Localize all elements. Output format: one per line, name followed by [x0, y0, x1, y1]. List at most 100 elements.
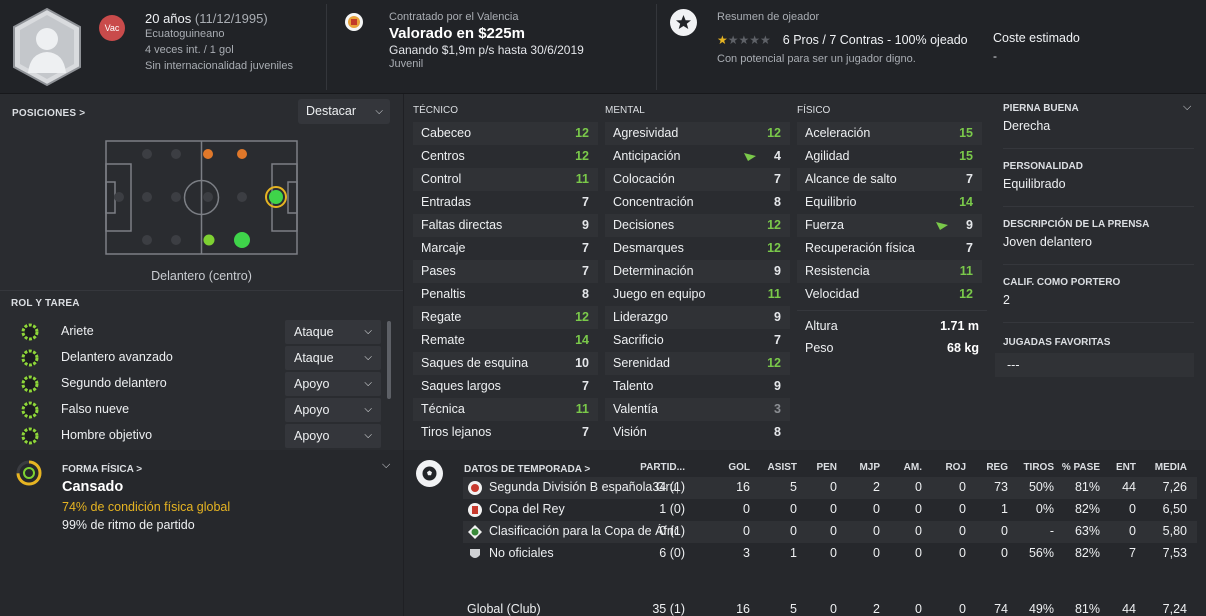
- divider: [0, 290, 403, 291]
- chevron-down-icon: ⌵: [364, 326, 372, 337]
- attribute-row[interactable]: Resistencia 11: [797, 260, 982, 283]
- attribute-row[interactable]: Faltas directas 9: [413, 214, 598, 237]
- season-stat-cell: -: [1049, 524, 1054, 538]
- season-stat-cell: 82%: [1074, 546, 1100, 560]
- attribute-value: 14: [575, 333, 589, 347]
- scout-report[interactable]: Resumen de ojeador ★★★★★ 6 Pros / 7 Cont…: [717, 11, 968, 65]
- role-row[interactable]: Delantero avanzado Ataque ⌵: [14, 346, 388, 370]
- attribute-value: 12: [575, 310, 589, 324]
- role-row[interactable]: Segundo delantero Apoyo ⌵: [14, 372, 388, 396]
- season-column-header[interactable]: ENT: [1116, 462, 1136, 473]
- chevron-down-icon[interactable]: ⌵: [1183, 101, 1191, 114]
- attribute-row[interactable]: Aceleración 15: [797, 122, 982, 145]
- attribute-row[interactable]: Visión 8: [605, 421, 790, 444]
- season-column-header[interactable]: TIROS: [1023, 462, 1054, 473]
- highlight-dropdown[interactable]: Destacar ⌵: [298, 99, 390, 124]
- attribute-row[interactable]: Concentración 8: [605, 191, 790, 214]
- duty-dropdown[interactable]: Ataque ⌵: [285, 346, 381, 370]
- attribute-row[interactable]: Remate 14: [413, 329, 598, 352]
- divider: [797, 310, 987, 311]
- season-column-header[interactable]: MJP: [859, 462, 880, 473]
- season-stats-row[interactable]: Global (Club) 35 (1) 16 5 0 2 0 0 74 49% 81% 44 7,24: [463, 599, 1197, 616]
- attribute-row[interactable]: Sacrificio 7: [605, 329, 790, 352]
- player-youth-caps: Sin internacionalidad juveniles: [145, 60, 293, 72]
- club-logo-icon[interactable]: [344, 12, 364, 32]
- attribute-row[interactable]: Serenidad 12: [605, 352, 790, 375]
- fitness-condition: 74% de condición física global: [62, 500, 231, 514]
- role-row[interactable]: Ariete Ataque ⌵: [14, 320, 388, 344]
- attribute-row[interactable]: Valentía 3: [605, 398, 790, 421]
- attribute-name: Decisiones: [613, 218, 675, 232]
- attribute-row[interactable]: Talento 9: [605, 375, 790, 398]
- season-column-header[interactable]: ASIST: [768, 462, 797, 473]
- attribute-row[interactable]: Técnica 11: [413, 398, 598, 421]
- season-column-header[interactable]: AM.: [904, 462, 922, 473]
- attribute-row[interactable]: Cabeceo 12: [413, 122, 598, 145]
- season-stat-cell: 7: [1129, 546, 1136, 560]
- attribute-row[interactable]: Anticipación 4: [605, 145, 790, 168]
- attribute-name: Sacrificio: [613, 333, 664, 347]
- season-stats-row[interactable]: No oficiales 6 (0) 3 1 0 0 0 0 0 56% 82% 7 7,53: [463, 543, 1197, 565]
- attribute-row[interactable]: Saques de esquina 10: [413, 352, 598, 375]
- season-stats-row[interactable]: Clasificación para la Copa de África 0 (1…: [463, 521, 1197, 543]
- attribute-row[interactable]: Juego en equipo 11: [605, 283, 790, 306]
- attribute-row[interactable]: Pases 7: [413, 260, 598, 283]
- attribute-row[interactable]: Tiros lejanos 7: [413, 421, 598, 444]
- attribute-value: 7: [966, 241, 973, 255]
- foot-value: Derecha: [1003, 119, 1051, 133]
- attribute-row[interactable]: Regate 12: [413, 306, 598, 329]
- attribute-row[interactable]: Penaltis 8: [413, 283, 598, 306]
- physical-title: FÍSICO: [797, 105, 831, 116]
- roles-scrollbar[interactable]: [387, 321, 391, 399]
- duty-dropdown[interactable]: Apoyo ⌵: [285, 424, 381, 448]
- season-column-header[interactable]: GOL: [728, 462, 750, 473]
- season-column-header[interactable]: REG: [986, 462, 1008, 473]
- attribute-row[interactable]: Equilibrio 14: [797, 191, 982, 214]
- season-stat-cell: 7,26: [1162, 480, 1187, 494]
- attribute-row[interactable]: Control 11: [413, 168, 598, 191]
- gk-value: 2: [1003, 293, 1010, 307]
- attribute-row[interactable]: Colocación 7: [605, 168, 790, 191]
- attribute-row[interactable]: Entradas 7: [413, 191, 598, 214]
- season-stats-row[interactable]: Copa del Rey 1 (0) 0 0 0 0 0 0 1 0% 82% 0 6,50: [463, 499, 1197, 521]
- attribute-row[interactable]: Velocidad 12: [797, 283, 982, 306]
- attribute-row[interactable]: Decisiones 12: [605, 214, 790, 237]
- season-stats-title[interactable]: DATOS DE TEMPORADA >: [464, 464, 590, 475]
- competition-logo-icon: [470, 549, 480, 558]
- personality-value: Equilibrado: [1003, 177, 1066, 191]
- shortlist-star-icon[interactable]: [670, 9, 697, 36]
- attribute-row[interactable]: Alcance de salto 7: [797, 168, 982, 191]
- duty-dropdown[interactable]: Apoyo ⌵: [285, 398, 381, 422]
- season-column-header[interactable]: PEN: [816, 462, 837, 473]
- season-stat-cell: 0: [743, 502, 750, 516]
- attribute-value: 12: [575, 149, 589, 163]
- attribute-value: 12: [767, 218, 781, 232]
- season-column-header[interactable]: ROJ: [945, 462, 966, 473]
- attribute-row[interactable]: Agresividad 12: [605, 122, 790, 145]
- season-column-header[interactable]: PARTID...: [640, 462, 685, 473]
- season-column-header[interactable]: % PASE: [1062, 462, 1100, 473]
- role-row[interactable]: Hombre objetivo Apoyo ⌵: [14, 424, 388, 448]
- attribute-row[interactable]: Marcaje 7: [413, 237, 598, 260]
- attribute-row[interactable]: Liderazgo 9: [605, 306, 790, 329]
- attribute-value: 7: [582, 264, 589, 278]
- fitness-title[interactable]: FORMA FÍSICA >: [62, 464, 142, 475]
- season-stats-row[interactable]: Segunda División B española Grupo 334 (1…: [463, 477, 1197, 499]
- scout-rating-stars: ★★★★★: [717, 33, 771, 47]
- attribute-row[interactable]: Saques largos 7: [413, 375, 598, 398]
- attribute-row[interactable]: Fuerza 9: [797, 214, 982, 237]
- attribute-row[interactable]: Agilidad 15: [797, 145, 982, 168]
- duty-dropdown[interactable]: Ataque ⌵: [285, 320, 381, 344]
- chevron-down-icon[interactable]: ⌵: [382, 459, 390, 472]
- attribute-row[interactable]: Desmarques 12: [605, 237, 790, 260]
- press-description: DESCRIPCIÓN DE LA PRENSA Joven delantero: [995, 219, 1194, 249]
- attribute-row[interactable]: Recuperación física 7: [797, 237, 982, 260]
- attribute-value: 10: [575, 356, 589, 370]
- positions-title[interactable]: POSICIONES >: [12, 108, 85, 119]
- attribute-row[interactable]: Determinación 9: [605, 260, 790, 283]
- season-column-header[interactable]: MEDIA: [1155, 462, 1187, 473]
- attribute-name: Alcance de salto: [805, 172, 897, 186]
- duty-dropdown[interactable]: Apoyo ⌵: [285, 372, 381, 396]
- role-row[interactable]: Falso nueve Apoyo ⌵: [14, 398, 388, 422]
- attribute-row[interactable]: Centros 12: [413, 145, 598, 168]
